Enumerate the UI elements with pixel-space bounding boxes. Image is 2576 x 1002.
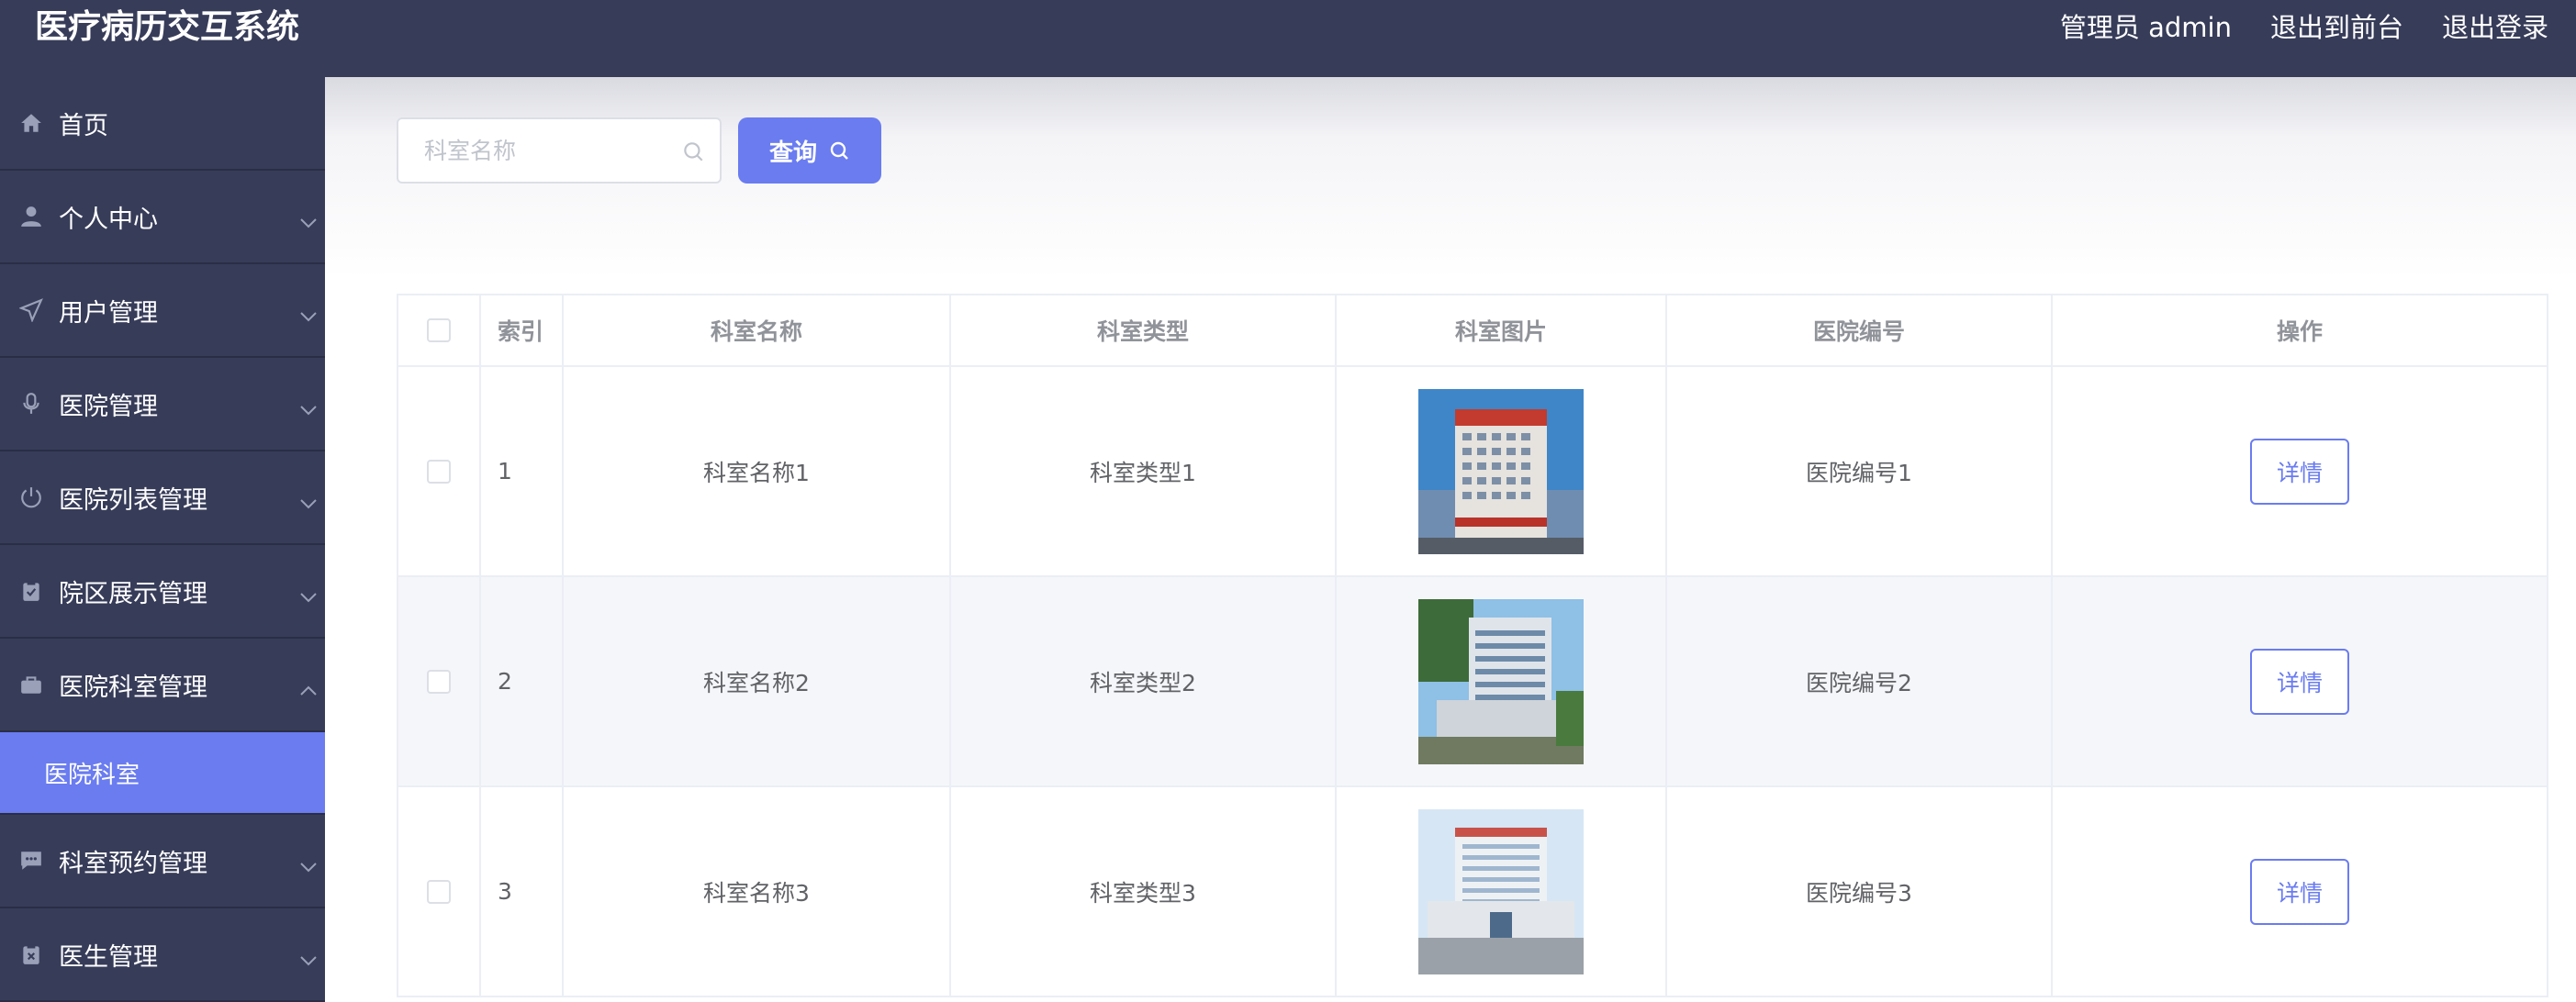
select-all-checkbox[interactable] (427, 318, 451, 342)
department-search-field[interactable] (397, 117, 722, 184)
actions-cell: 详情 (2053, 787, 2547, 996)
chevron-down-icon (299, 582, 318, 603)
department-image (1418, 808, 1584, 974)
column-header-name: 科室名称 (564, 295, 951, 365)
sidebar-item-label: 医院科室管理 (59, 673, 207, 702)
sidebar-subitem-department[interactable]: 医院科室 (0, 732, 325, 815)
query-button[interactable]: 查询 (738, 117, 881, 184)
row-checkbox[interactable] (427, 669, 451, 694)
department-name: 科室名称3 (564, 787, 951, 996)
department-type: 科室类型1 (951, 367, 1337, 575)
hospital-id: 医院编号1 (1667, 367, 2053, 575)
table-row: 1 科室名称1 科室类型1 医院编号1 详情 (398, 367, 2547, 577)
main-content: 查询 索引 科室名称 科室类型 科室图片 医院编号 操作 1 科室名称1 科室类… (325, 77, 2576, 1002)
column-header-type: 科室类型 (951, 295, 1337, 365)
department-name: 科室名称1 (564, 367, 951, 575)
row-index: 3 (481, 787, 564, 996)
chevron-down-icon (299, 207, 318, 228)
suitcase-icon (18, 672, 44, 697)
sidebar-item-label: 用户管理 (59, 298, 158, 328)
hospital-id: 医院编号3 (1667, 787, 2053, 996)
chevron-up-icon (299, 675, 318, 696)
row-check-cell (398, 787, 481, 996)
chat-icon (18, 848, 44, 874)
home-icon (18, 110, 44, 136)
sidebar-item-label: 院区展示管理 (59, 579, 207, 608)
sidebar-item-hospital-list-management[interactable]: 医院列表管理 (0, 451, 325, 545)
sidebar-item-department-management[interactable]: 医院科室管理 (0, 639, 325, 732)
row-check-cell (398, 577, 481, 785)
row-index: 1 (481, 367, 564, 575)
hospital-id: 医院编号2 (1667, 577, 2053, 785)
sidebar-item-doctor-management[interactable]: 医生管理 (0, 908, 325, 1002)
power-icon (18, 484, 44, 510)
header-check-cell (398, 295, 481, 365)
table-header-row: 索引 科室名称 科室类型 科室图片 医院编号 操作 (398, 295, 2547, 367)
department-image-cell (1337, 787, 1667, 996)
column-header-hospital-id: 医院编号 (1667, 295, 2053, 365)
table-row: 3 科室名称3 科室类型3 医院编号3 详情 (398, 787, 2547, 997)
admin-user-label: 管理员 admin (2059, 12, 2232, 43)
sidebar-item-label: 个人中心 (59, 205, 158, 234)
sidebar-item-hospital-management[interactable]: 医院管理 (0, 358, 325, 451)
sidebar-item-campus-display-management[interactable]: 院区展示管理 (0, 545, 325, 639)
sidebar-item-appointment-management[interactable]: 科室预约管理 (0, 815, 325, 908)
clipboard-icon (18, 578, 44, 604)
search-icon (830, 141, 848, 160)
row-index: 2 (481, 577, 564, 785)
column-header-actions: 操作 (2276, 318, 2323, 345)
app-title: 医疗病历交互系统 (35, 8, 300, 46)
actions-cell: 详情 (2053, 367, 2547, 575)
row-checkbox[interactable] (427, 459, 451, 484)
logout-link[interactable]: 退出登录 (2442, 7, 2548, 48)
department-image (1418, 598, 1584, 764)
sidebar-item-label: 医院列表管理 (59, 485, 207, 515)
column-header-index: 索引 (481, 295, 564, 365)
detail-button[interactable]: 详情 (2250, 438, 2349, 505)
detail-button[interactable]: 详情 (2250, 648, 2349, 715)
sidebar-item-label: 科室预约管理 (59, 849, 207, 878)
row-check-cell (398, 367, 481, 575)
query-button-label: 查询 (768, 139, 817, 167)
sidebar-item-label: 医生管理 (59, 942, 158, 972)
department-image (1418, 388, 1584, 554)
clipboard-x-icon (18, 941, 44, 967)
back-to-front-link[interactable]: 退出到前台 (2270, 7, 2403, 48)
chevron-down-icon (299, 488, 318, 509)
department-table: 索引 科室名称 科室类型 科室图片 医院编号 操作 1 科室名称1 科室类型1 (397, 294, 2548, 997)
actions-cell: 详情 (2053, 577, 2547, 785)
sidebar-item-label: 首页 (59, 111, 108, 140)
sidebar: 首页 个人中心 用户管理 医院管理 医院列表管理 院区展示管理 医院科室管理 医… (0, 77, 325, 1002)
department-type: 科室类型2 (951, 577, 1337, 785)
send-icon (18, 297, 44, 323)
department-image-cell (1337, 577, 1667, 785)
department-name-input[interactable] (398, 137, 665, 164)
sidebar-item-home[interactable]: 首页 (0, 77, 325, 171)
sidebar-item-personal-center[interactable]: 个人中心 (0, 171, 325, 264)
row-checkbox[interactable] (427, 879, 451, 904)
chevron-down-icon (299, 852, 318, 873)
chevron-down-icon (299, 301, 318, 322)
chevron-down-icon (299, 395, 318, 416)
top-links: 管理员 admin 退出到前台 退出登录 (2060, 7, 2548, 48)
column-header-image: 科室图片 (1337, 295, 1667, 365)
top-header: 医疗病历交互系统 管理员 admin 退出到前台 退出登录 (0, 0, 2576, 77)
sidebar-item-label: 医院管理 (59, 392, 158, 421)
chevron-down-icon (299, 945, 318, 966)
department-name: 科室名称2 (564, 577, 951, 785)
table-row: 2 科室名称2 科室类型2 医院编号2 详情 (398, 577, 2547, 787)
microphone-icon (18, 391, 44, 417)
sidebar-item-user-management[interactable]: 用户管理 (0, 264, 325, 358)
search-icon (681, 139, 705, 163)
department-image-cell (1337, 367, 1667, 575)
user-icon (18, 204, 44, 229)
detail-button[interactable]: 详情 (2250, 858, 2349, 925)
department-type: 科室类型3 (951, 787, 1337, 996)
